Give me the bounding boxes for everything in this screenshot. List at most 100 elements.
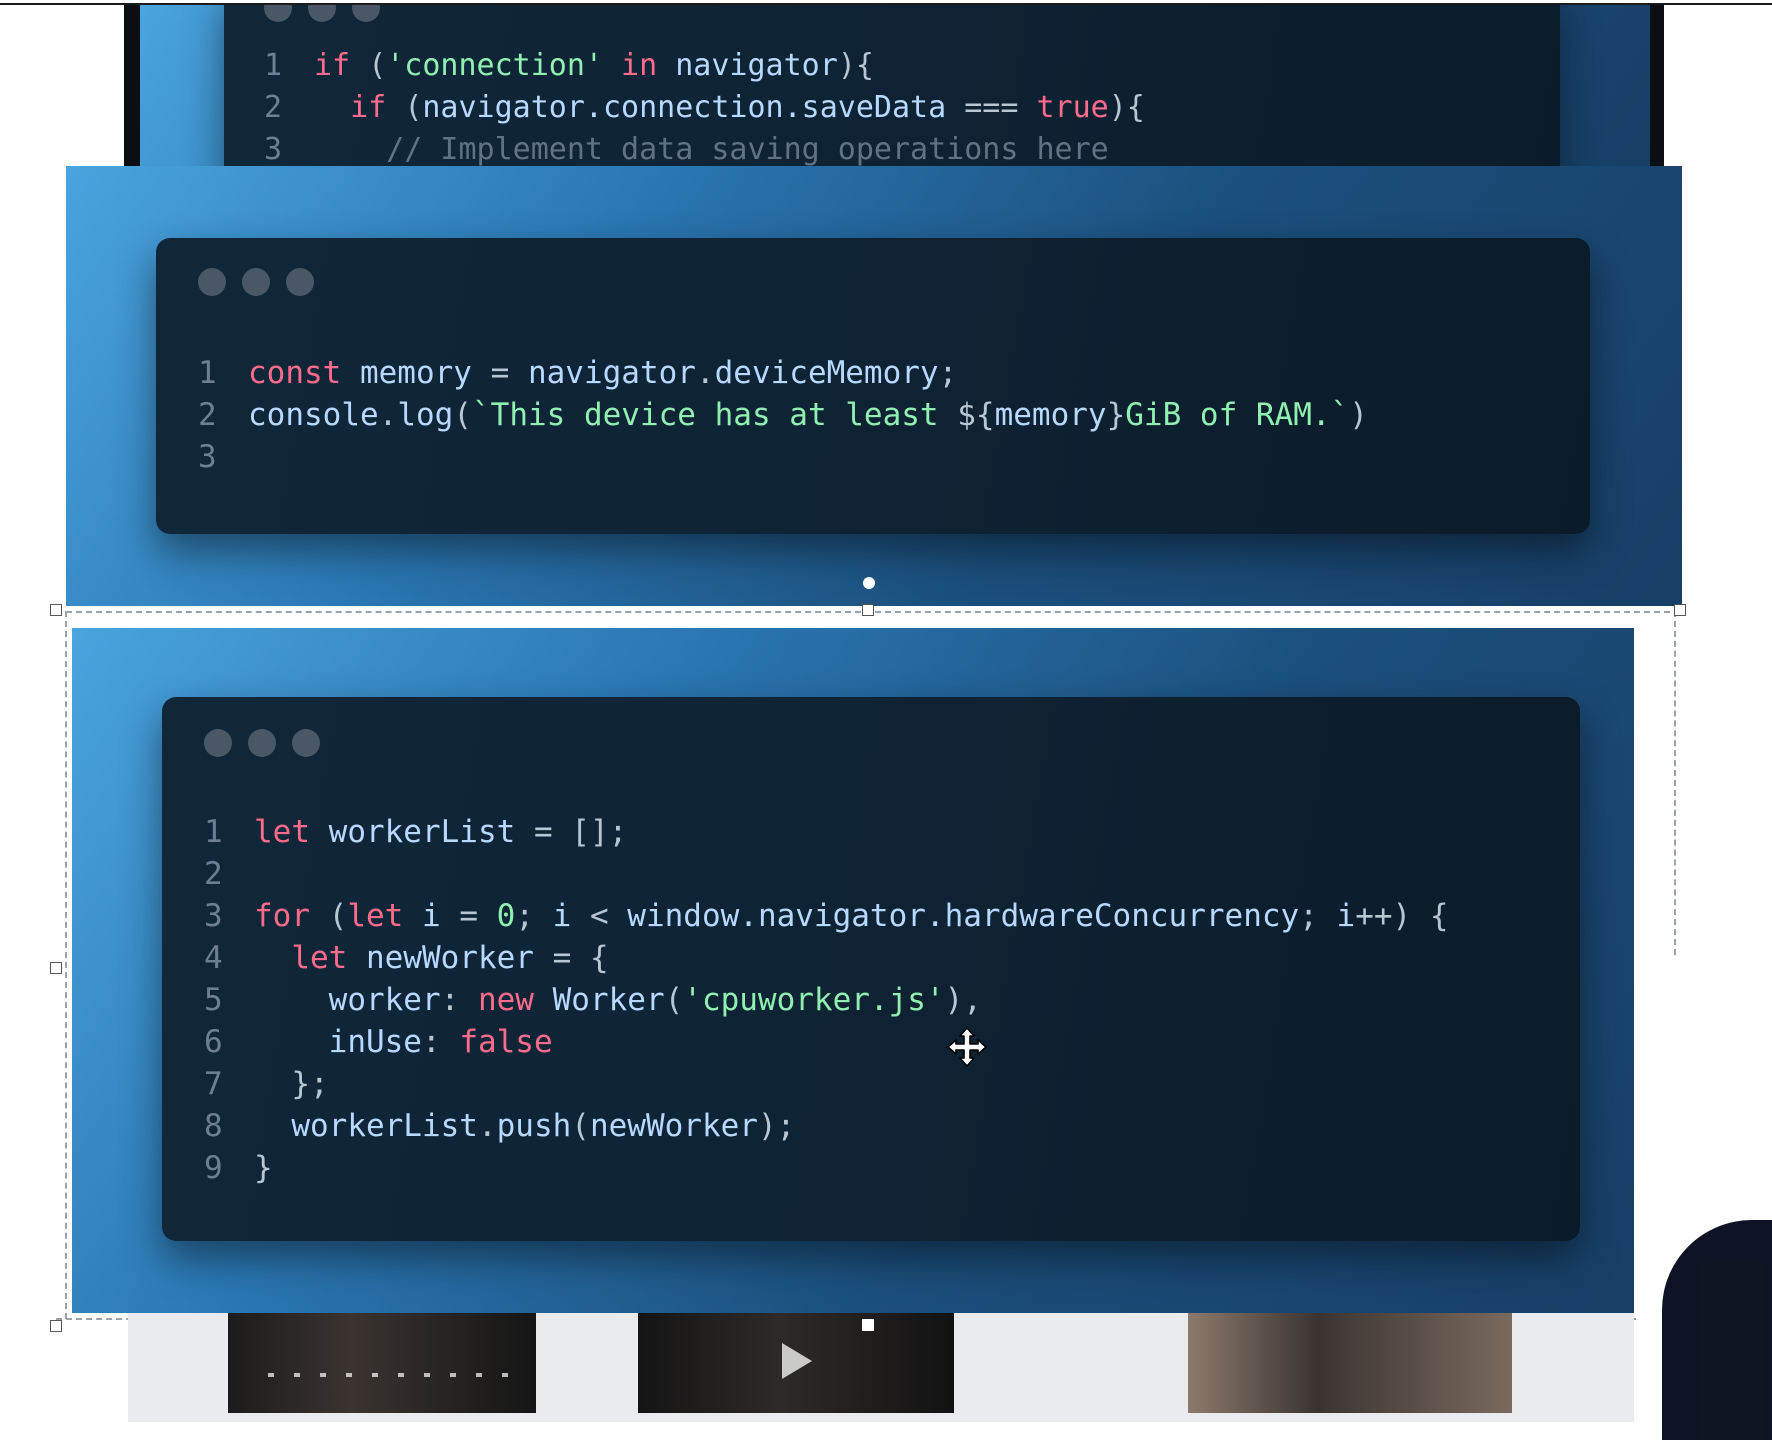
code-token: memory bbox=[994, 397, 1107, 433]
code-token: } bbox=[254, 1150, 273, 1186]
code-token: ; bbox=[1299, 898, 1337, 934]
line-number: 1 bbox=[264, 48, 283, 83]
code-token: = []; bbox=[533, 814, 628, 850]
code-token: i bbox=[552, 898, 590, 934]
line-number: 8 bbox=[204, 1108, 223, 1144]
window-dots bbox=[198, 268, 314, 296]
worker-slide[interactable]: 1 let workerList = []; 2 3 for (let i = 0; i… bbox=[72, 628, 1634, 1313]
code-token: ( bbox=[453, 397, 472, 433]
code-token: for bbox=[254, 898, 329, 934]
code-line: 3 for (let i = 0; i < window.navigator.ha… bbox=[204, 895, 1449, 937]
code-token: . bbox=[695, 355, 715, 391]
top-code-block: 1 if ('connection' in navigator){2 if (na… bbox=[264, 46, 1145, 170]
line-number: 3 bbox=[264, 132, 283, 167]
code-token: ); bbox=[757, 1108, 796, 1144]
line-number: 1 bbox=[204, 814, 223, 850]
code-token: === bbox=[964, 90, 1037, 125]
code-token: ), bbox=[944, 982, 982, 1018]
code-token: false bbox=[459, 1024, 553, 1060]
code-token: in bbox=[603, 48, 676, 83]
presenter-shirt bbox=[1702, 1260, 1762, 1440]
minimize-dot-icon bbox=[248, 729, 276, 757]
code-token: deviceMemory bbox=[714, 355, 939, 391]
video-thumbnail-2[interactable] bbox=[638, 1313, 954, 1413]
line-number: 2 bbox=[204, 856, 223, 892]
code-token: = bbox=[459, 898, 497, 934]
resize-handle-top-center[interactable] bbox=[862, 604, 874, 616]
code-token: . bbox=[477, 1108, 497, 1144]
video-thumbnail-3[interactable] bbox=[1188, 1313, 1512, 1413]
line-number: 3 bbox=[198, 439, 217, 475]
code-token: : bbox=[440, 982, 478, 1018]
code-token: worker bbox=[328, 982, 441, 1018]
code-token: new bbox=[477, 982, 553, 1018]
code-token: true bbox=[1036, 90, 1109, 125]
maximize-dot-icon bbox=[292, 729, 320, 757]
code-token: window.navigator.hardwareConcurrency bbox=[627, 898, 1300, 934]
code-token: ${ bbox=[957, 397, 995, 433]
line-number: 2 bbox=[198, 397, 217, 433]
code-token: ( bbox=[368, 48, 387, 83]
code-token: console bbox=[248, 397, 379, 433]
close-dot-icon bbox=[204, 729, 232, 757]
resize-handle-top-right[interactable] bbox=[1674, 604, 1686, 616]
close-dot-icon bbox=[198, 268, 226, 296]
code-token: Worker bbox=[552, 982, 665, 1018]
code-token: ) bbox=[1349, 397, 1368, 433]
top-border-line bbox=[0, 3, 1772, 5]
top-code-window: 1 if ('connection' in navigator){2 if (na… bbox=[224, 4, 1560, 170]
code-token: let bbox=[254, 814, 329, 850]
code-token: workerList bbox=[291, 1108, 478, 1144]
presenter-video bbox=[1662, 1220, 1772, 1440]
code-token: newWorker bbox=[589, 1108, 758, 1144]
code-line: 2 bbox=[204, 853, 1449, 895]
code-token: newWorker bbox=[365, 940, 553, 976]
code-token: if bbox=[350, 90, 405, 125]
code-line: 8 workerList. push(newWorker); bbox=[204, 1105, 1449, 1147]
resize-handle-bottom-left[interactable] bbox=[50, 1320, 62, 1332]
code-token: memory bbox=[359, 355, 491, 391]
code-token: ( bbox=[328, 898, 348, 934]
line-number: 7 bbox=[204, 1066, 223, 1102]
code-token: 0 bbox=[496, 898, 516, 934]
code-token: const bbox=[248, 355, 360, 391]
resize-handle-top-left[interactable] bbox=[50, 604, 62, 616]
thumbnail-strip bbox=[128, 1313, 1634, 1422]
video-thumbnail-1[interactable] bbox=[228, 1313, 536, 1413]
top-slide-background: 1 if ('connection' in navigator){2 if (na… bbox=[124, 4, 1664, 170]
code-token: // Implement data saving operations here bbox=[314, 132, 1109, 167]
resize-handle-middle-left[interactable] bbox=[50, 962, 62, 974]
minimize-dot-icon bbox=[242, 268, 270, 296]
code-token: let bbox=[291, 940, 366, 976]
code-line: 1 if ('connection' in navigator){ bbox=[264, 46, 1145, 88]
code-token: }; bbox=[291, 1066, 329, 1102]
code-token: ( bbox=[571, 1108, 590, 1144]
minimize-dot-icon bbox=[308, 4, 336, 22]
move-cursor-icon bbox=[946, 1026, 988, 1068]
line-number: 5 bbox=[204, 982, 223, 1018]
maximize-dot-icon bbox=[352, 4, 380, 22]
code-line: 2 if (navigator.connection.saveData === … bbox=[264, 88, 1145, 130]
code-line: 5 worker: new Worker('cpuworker.js'), bbox=[204, 979, 1449, 1021]
line-number: 4 bbox=[204, 940, 223, 976]
worker-code-window: 1 let workerList = []; 2 3 for (let i = 0; i… bbox=[162, 697, 1580, 1241]
code-token: navigator bbox=[675, 48, 838, 83]
play-icon[interactable] bbox=[782, 1343, 812, 1379]
code-token: < bbox=[589, 898, 628, 934]
code-token: ){ bbox=[1108, 90, 1145, 125]
code-token: = { bbox=[552, 940, 609, 976]
code-line: 6 inUse: false bbox=[204, 1021, 1449, 1063]
close-dot-icon bbox=[264, 4, 292, 22]
rotate-handle[interactable] bbox=[863, 577, 875, 589]
code-token: navigator.connection.saveData bbox=[422, 90, 965, 125]
code-line: 3 bbox=[198, 436, 1368, 478]
code-token: GiB of RAM.` bbox=[1125, 397, 1350, 433]
memory-slide[interactable]: 1 const memory = navigator. deviceMemory; 2… bbox=[66, 166, 1682, 606]
memory-code-block: 1 const memory = navigator. deviceMemory; 2… bbox=[198, 352, 1368, 478]
code-line: 4 let newWorker = { bbox=[204, 937, 1449, 979]
window-dots bbox=[204, 729, 320, 757]
code-token: i bbox=[1336, 898, 1356, 934]
